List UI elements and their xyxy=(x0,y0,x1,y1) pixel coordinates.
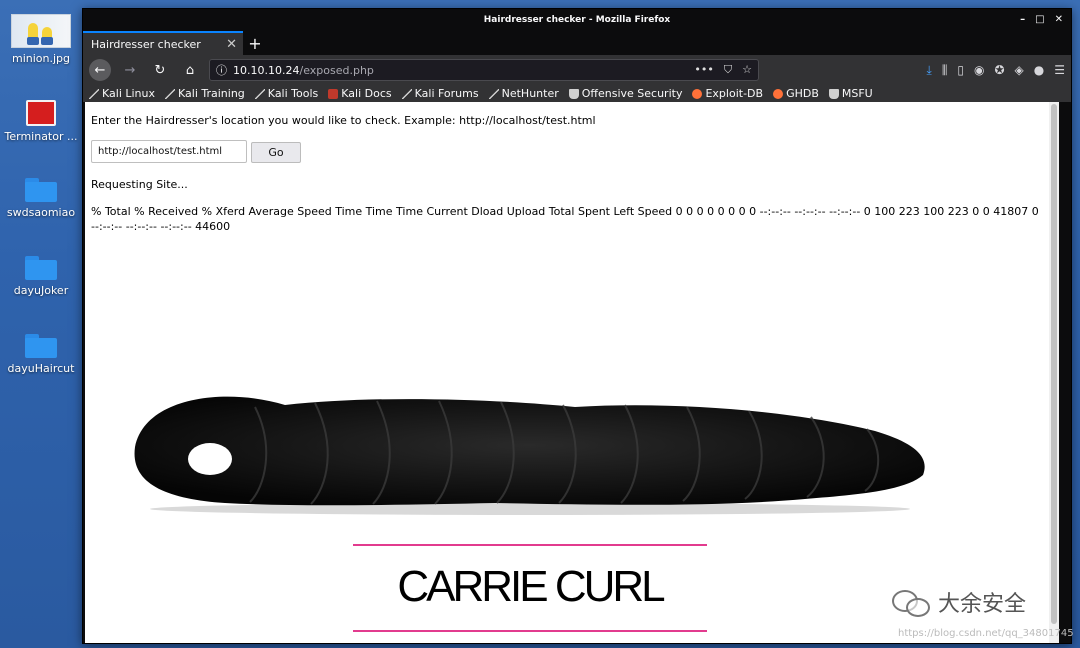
logo-top-line xyxy=(353,544,707,546)
folder-icon xyxy=(25,256,57,280)
bookmark-label: Offensive Security xyxy=(581,87,683,100)
bookmark-label: Kali Tools xyxy=(267,87,319,100)
bookmark-kali-linux[interactable]: Kali Linux xyxy=(89,87,155,100)
page-content: Enter the Hairdresser's location you wou… xyxy=(85,102,1059,643)
wechat-icon xyxy=(892,588,932,617)
desktop-icon-label: minion.jpg xyxy=(11,52,71,65)
bookmark-exploit-db[interactable]: Exploit-DB xyxy=(692,87,763,100)
exploit-icon xyxy=(773,88,784,99)
desktop-icon-label: dayuHaircut xyxy=(7,362,75,375)
forward-button[interactable]: → xyxy=(119,59,141,81)
bookmark-label: Kali Linux xyxy=(102,87,156,100)
terminal-icon xyxy=(26,100,56,126)
bookmark-star-icon[interactable]: ☆ xyxy=(742,63,752,77)
desktop-icon-minion[interactable]: minion.jpg xyxy=(4,14,78,65)
close-window-button[interactable]: ✕ xyxy=(1055,9,1063,31)
maximize-button[interactable]: □ xyxy=(1035,9,1044,31)
extension-icon[interactable]: ✪ xyxy=(994,63,1004,77)
url-bar[interactable]: ⓘ 10.10.10.24/exposed.php ••• ⛉ ☆ xyxy=(209,59,759,81)
bookmark-label: Kali Docs xyxy=(341,87,392,100)
bookmark-label: Kali Training xyxy=(178,87,245,100)
folder-icon xyxy=(25,334,57,358)
window-title: Hairdresser checker - Mozilla Firefox xyxy=(483,15,671,25)
back-button[interactable]: ← xyxy=(89,59,111,81)
location-input[interactable] xyxy=(91,140,247,163)
kali-icon xyxy=(165,88,176,99)
navigation-toolbar: ← → ↻ ⌂ ⓘ 10.10.10.24/exposed.php ••• ⛉ … xyxy=(83,55,1071,85)
image-thumbnail-icon xyxy=(11,14,71,48)
reload-button[interactable]: ↻ xyxy=(149,59,171,81)
exploit-icon xyxy=(692,88,703,99)
folder-icon xyxy=(25,178,57,202)
extension-icon[interactable]: ● xyxy=(1034,63,1044,77)
library-icon[interactable]: ⫼ xyxy=(942,63,948,78)
desktop-icon-swdsaomiao[interactable]: swdsaomiao xyxy=(4,178,78,219)
download-icon[interactable]: ⤓ xyxy=(927,63,932,78)
page-actions-icon[interactable]: ••• xyxy=(694,63,713,77)
logo-text: CARRIE CURL xyxy=(397,562,665,611)
watermark-url: https://blog.csdn.net/qq_34801745 xyxy=(898,628,1074,639)
info-icon[interactable]: ⓘ xyxy=(216,62,227,78)
url-host: 10.10.10.24 xyxy=(233,63,300,77)
vertical-scrollbar[interactable] xyxy=(1049,102,1059,643)
location-prompt: Enter the Hairdresser's location you wou… xyxy=(91,114,596,127)
carrie-curl-logo: CARRIE CURL xyxy=(353,544,707,632)
bookmark-kali-docs[interactable]: Kali Docs xyxy=(328,87,392,100)
desktop-icon-label: swdsaomiao xyxy=(6,206,76,219)
bookmark-nethunter[interactable]: NetHunter xyxy=(488,87,559,100)
bookmark-label: Exploit-DB xyxy=(705,87,764,100)
firefox-window: Hairdresser checker - Mozilla Firefox – … xyxy=(82,8,1072,644)
desktop-icon-label: dayuJoker xyxy=(13,284,69,297)
home-button[interactable]: ⌂ xyxy=(179,59,201,81)
bookmark-kali-training[interactable]: Kali Training xyxy=(165,87,245,100)
kali-icon xyxy=(89,88,99,99)
offsec-icon xyxy=(828,88,839,99)
desktop-icon-dayujoker[interactable]: dayuJoker xyxy=(4,256,78,297)
bookmark-msfu[interactable]: MSFU xyxy=(828,87,873,100)
extension-icon[interactable]: ◈ xyxy=(1015,63,1024,77)
account-icon[interactable]: ◉ xyxy=(974,63,984,77)
offsec-icon xyxy=(568,88,579,99)
tab-strip: Hairdresser checker ✕ + xyxy=(83,31,1071,55)
minimize-button[interactable]: – xyxy=(1020,9,1025,31)
go-button[interactable]: Go xyxy=(251,142,301,163)
desktop-icon-dayuhaircut[interactable]: dayuHaircut xyxy=(4,334,78,375)
bookmark-label: Kali Forums xyxy=(414,87,479,100)
sidebar-icon[interactable]: ▯ xyxy=(957,63,964,77)
bookmark-label: NetHunter xyxy=(501,87,559,100)
tab-label: Hairdresser checker xyxy=(91,37,201,51)
bookmark-kali-forums[interactable]: Kali Forums xyxy=(401,87,479,100)
logo-bottom-line xyxy=(353,630,707,632)
pocket-icon[interactable]: ⛉ xyxy=(724,63,732,77)
docs-icon xyxy=(328,88,339,99)
kali-icon xyxy=(254,88,265,99)
window-titlebar[interactable]: Hairdresser checker - Mozilla Firefox – … xyxy=(83,9,1071,31)
close-tab-icon[interactable]: ✕ xyxy=(226,37,237,52)
requesting-status: Requesting Site... xyxy=(91,178,188,191)
kali-icon xyxy=(401,88,412,99)
url-path: /exposed.php xyxy=(299,63,374,77)
desktop-icon-label: Terminator ... xyxy=(4,130,78,143)
bookmark-offensive-security[interactable]: Offensive Security xyxy=(568,87,683,100)
bookmark-kali-tools[interactable]: Kali Tools xyxy=(254,87,319,100)
tab-hairdresser-checker[interactable]: Hairdresser checker ✕ xyxy=(83,31,243,55)
desktop-icon-terminator[interactable]: Terminator ... xyxy=(4,100,78,143)
new-tab-button[interactable]: + xyxy=(243,33,267,55)
watermark-brand: 大余安全 xyxy=(938,592,1027,617)
bookmark-ghdb[interactable]: GHDB xyxy=(773,87,819,100)
braided-hair-image xyxy=(134,396,925,515)
bookmark-label: MSFU xyxy=(841,87,873,100)
bookmark-label: GHDB xyxy=(786,87,819,100)
bookmarks-toolbar: Kali Linux Kali Training Kali Tools Kali… xyxy=(83,85,1071,103)
watermark: 大余安全 xyxy=(892,586,1026,618)
kali-icon xyxy=(488,88,499,99)
scrollbar-thumb[interactable] xyxy=(1051,104,1057,624)
curl-output: % Total % Received % Xferd Average Speed… xyxy=(91,205,1039,233)
menu-icon[interactable]: ☰ xyxy=(1054,63,1065,77)
